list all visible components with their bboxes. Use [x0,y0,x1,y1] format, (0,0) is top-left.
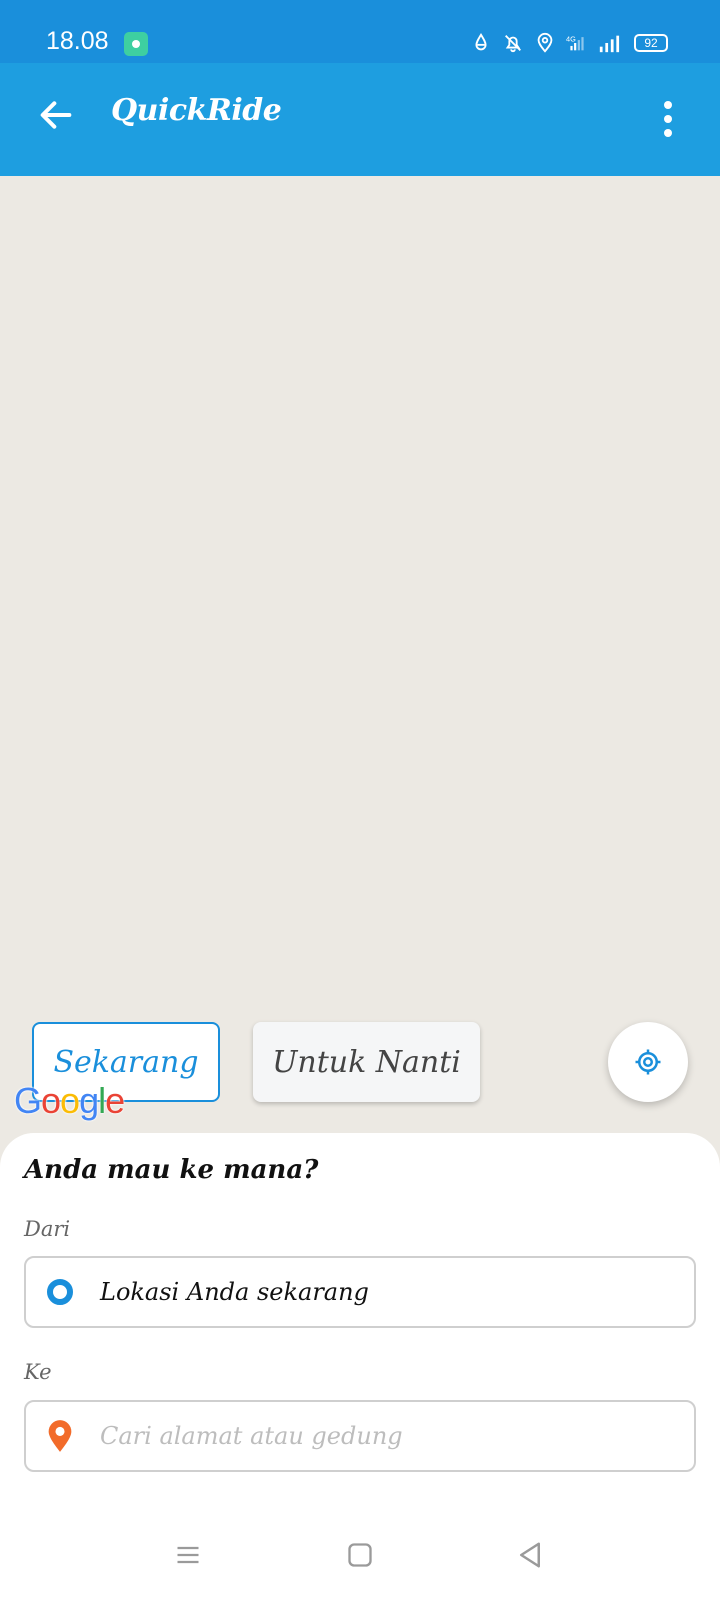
app-notification-icon [124,32,148,56]
recents-button[interactable] [168,1535,208,1575]
destination-placeholder: Cari alamat atau gedung [100,1422,403,1450]
signal-icon [599,35,620,53]
origin-field[interactable]: Lokasi Anda sekarang [24,1256,696,1328]
back-button[interactable] [32,91,80,139]
back-triangle-icon [520,1542,540,1568]
system-nav-bar [0,1510,720,1600]
destination-pin-icon [40,1419,80,1453]
origin-value: Lokasi Anda sekarang [100,1278,369,1306]
home-button[interactable] [340,1535,380,1575]
status-icons: 4G 92 [470,32,668,54]
origin-dot-icon [40,1277,80,1307]
system-back-button[interactable] [510,1535,550,1575]
notifications-off-icon [505,35,521,53]
destination-field[interactable]: Cari alamat atau gedung [24,1400,696,1472]
home-icon [348,1543,372,1567]
my-location-button[interactable] [608,1022,688,1102]
location-icon [537,32,553,53]
mobile-data-icon: 4G [566,35,584,51]
to-label: Ke [24,1360,52,1384]
svg-text:4G: 4G [566,35,576,44]
status-bar: 18.08 4G 92 [0,0,720,63]
more-options-button[interactable] [656,95,680,143]
map-view[interactable] [0,176,720,1136]
battery-icon: 92 [634,34,668,52]
booking-sheet: Anda mau ke mana? Dari Lokasi Anda sekar… [0,1133,720,1510]
sheet-title: Anda mau ke mana? [24,1155,319,1185]
app-bar: QuickRide [0,63,720,176]
data-saver-icon [475,32,487,51]
status-time: 18.08 [46,27,109,55]
app-title: QuickRide [111,93,282,128]
time-option-later[interactable]: Untuk Nanti [253,1022,480,1102]
my-location-icon [635,1049,661,1075]
google-logo: Google [14,1080,125,1121]
more-vertical-icon [664,101,672,109]
arrow-left-icon [40,101,72,129]
from-label: Dari [24,1217,71,1241]
recents-icon [177,1546,199,1564]
